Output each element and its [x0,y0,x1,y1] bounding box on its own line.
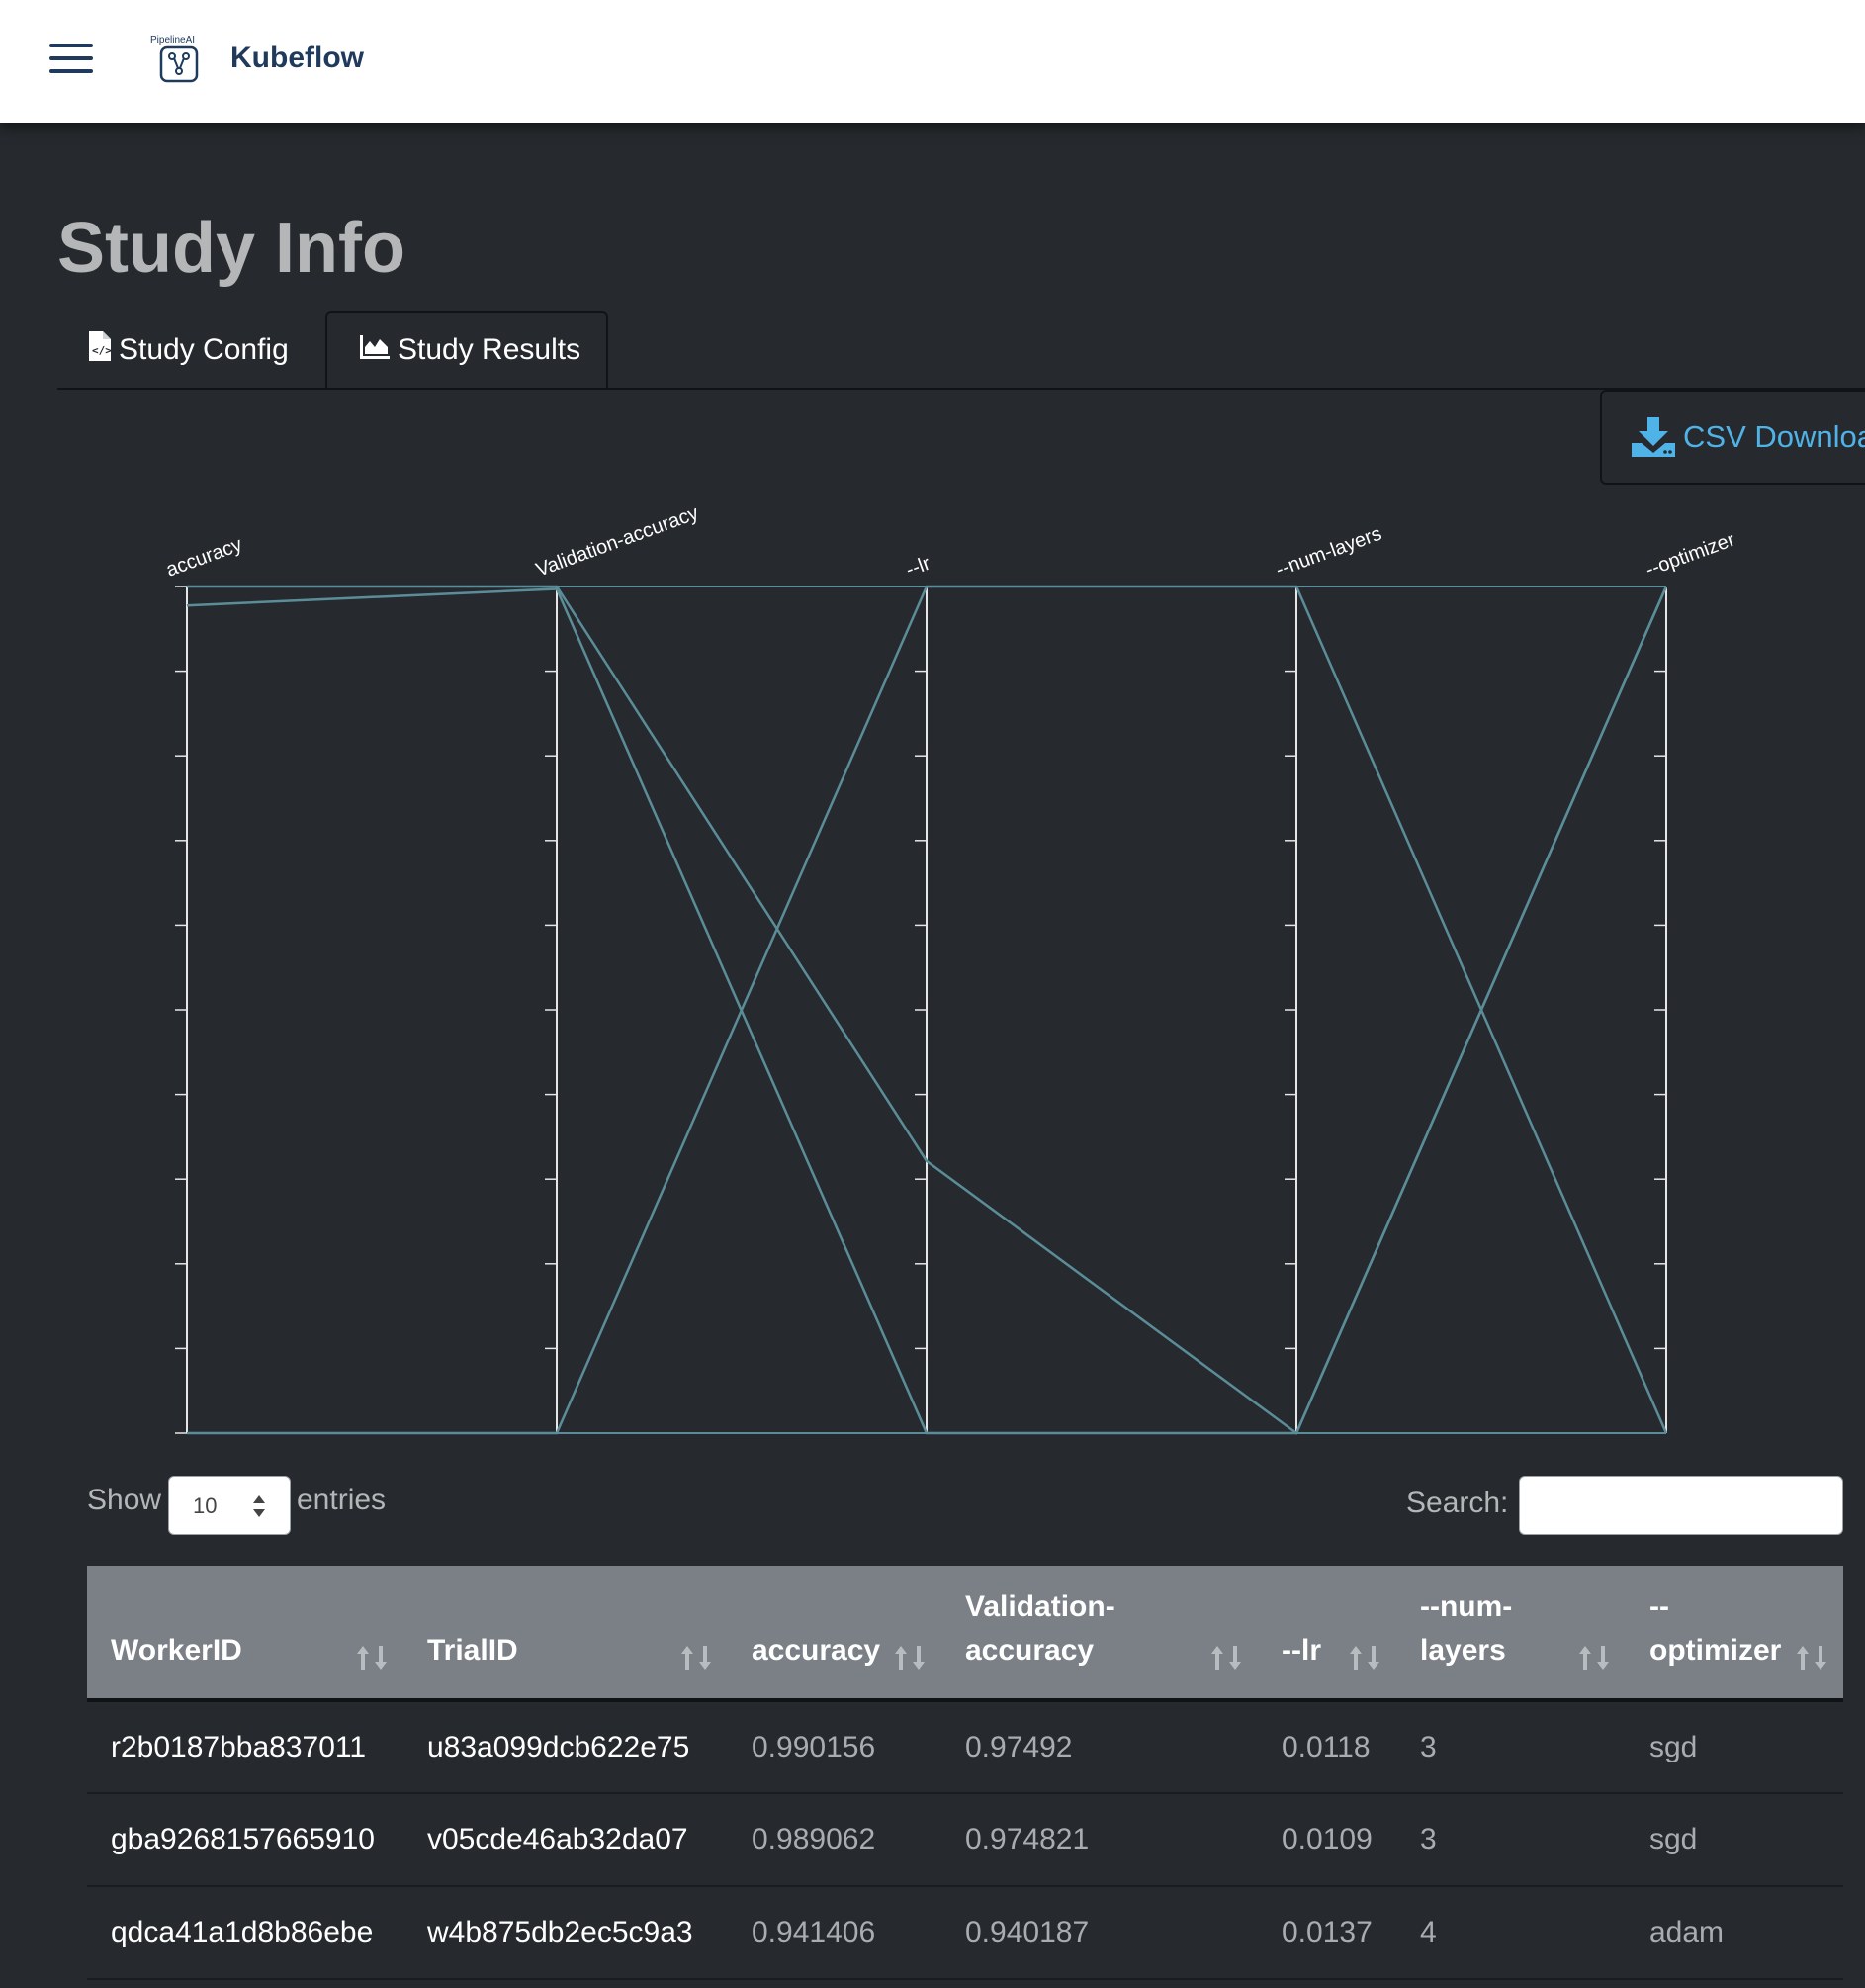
table-cell: 0.0109 [1258,1793,1396,1887]
table-cell: 3 [1396,1700,1626,1794]
sort-icon[interactable] [892,1641,928,1670]
menu-icon[interactable] [49,44,93,75]
table-cell: 0.97492 [941,1700,1258,1794]
axis-label: --lr [903,553,933,582]
table-cell: 0.941406 [728,1886,941,1980]
sort-icon[interactable] [1576,1641,1612,1670]
sort-icon[interactable] [678,1641,714,1670]
table-cell: sgd [1626,1700,1843,1794]
download-icon [1632,417,1675,457]
tab-study-config[interactable]: </> Study Config [57,311,324,390]
axis-label: --optimizer [1643,529,1738,582]
tab-label: Study Results [398,333,581,366]
tabs-divider [57,388,1865,390]
sort-icon[interactable] [1208,1641,1244,1670]
search-label: Search: [1406,1487,1509,1519]
column-header[interactable]: WorkerID [87,1566,403,1702]
axis: --lr [903,553,933,1434]
file-code-icon: </> [89,331,112,369]
table-cell: 3 [1396,1793,1626,1887]
table-header-row: WorkerID TrialID accuracy Validation-accura… [87,1566,1843,1702]
area-chart-icon [360,333,390,367]
table-cell: 0.940187 [941,1886,1258,1980]
axis-label: Validation-accuracy [533,502,701,582]
svg-text:PipelineAI: PipelineAI [150,35,195,45]
sort-icon[interactable] [354,1641,390,1670]
kubeflow-logo: PipelineAI [150,35,199,83]
table-cell: u83a099dcb622e75 [403,1700,728,1794]
column-header[interactable]: TrialID [403,1566,728,1702]
column-header-label: Validation- [965,1590,1115,1623]
table-cell: 0.989062 [728,1793,941,1887]
app-name[interactable]: Kubeflow [230,42,364,75]
csv-download-button[interactable]: CSV Download [1600,390,1865,485]
axis-label: --num-layers [1273,523,1384,582]
csv-download-label: CSV Download [1683,419,1865,454]
column-header-label: -- [1649,1590,1669,1623]
top-bar: PipelineAI Kubeflow [0,0,1865,123]
table-cell: 0.0137 [1258,1886,1396,1980]
table-row[interactable]: qdca41a1d8b86ebe w4b875db2ec5c9a3 0.941406… [87,1886,1843,1980]
table-row[interactable]: gba9268157665910 v05cde46ab32da07 0.989062… [87,1793,1843,1887]
table-cell: qdca41a1d8b86ebe [87,1886,403,1980]
axis: accuracy [163,534,245,1434]
column-header-label: --num- [1420,1590,1513,1623]
table-row[interactable]: r2b0187bba837011 u83a099dcb622e75 0.990156… [87,1700,1843,1794]
show-label: Show [87,1484,162,1516]
column-header[interactable]: accuracy [728,1566,941,1702]
search-input[interactable] [1519,1476,1843,1535]
column-header[interactable]: Validation-accuracy [941,1566,1258,1702]
tab-label: Study Config [119,333,289,366]
page-title: Study Info [57,209,405,288]
sort-icon[interactable] [1347,1641,1382,1670]
axis: --optimizer [1643,529,1738,1434]
axis-label: accuracy [163,534,245,582]
table-cell: w4b875db2ec5c9a3 [403,1886,728,1980]
table-cell: sgd [1626,1793,1843,1887]
table-cell: gba9268157665910 [87,1793,403,1887]
sort-icon[interactable] [1794,1641,1829,1670]
table-cell: 0.990156 [728,1700,941,1794]
column-header[interactable]: --num-layers [1396,1566,1626,1702]
table-cell: r2b0187bba837011 [87,1700,403,1794]
svg-text:</>: </> [92,344,111,357]
column-header[interactable]: --lr [1258,1566,1396,1702]
table-cell: adam [1626,1886,1843,1980]
column-header[interactable]: -- optimizer [1626,1566,1843,1702]
select-arrows-icon [253,1495,265,1517]
parallel-coordinates-chart: accuracy Validation-accuracy --lr --num-lay… [163,502,1738,1435]
results-table: WorkerID TrialID accuracy Validation-accura… [87,1566,1843,1980]
tab-study-results[interactable]: Study Results [325,311,608,390]
table-cell: 0.974821 [941,1793,1258,1887]
table-cell: v05cde46ab32da07 [403,1793,728,1887]
page-length-select[interactable]: 10 [168,1476,291,1535]
table-cell: 0.0118 [1258,1700,1396,1794]
entries-label: entries [297,1484,387,1516]
table-cell: 4 [1396,1886,1626,1980]
page-length-value: 10 [193,1493,218,1518]
